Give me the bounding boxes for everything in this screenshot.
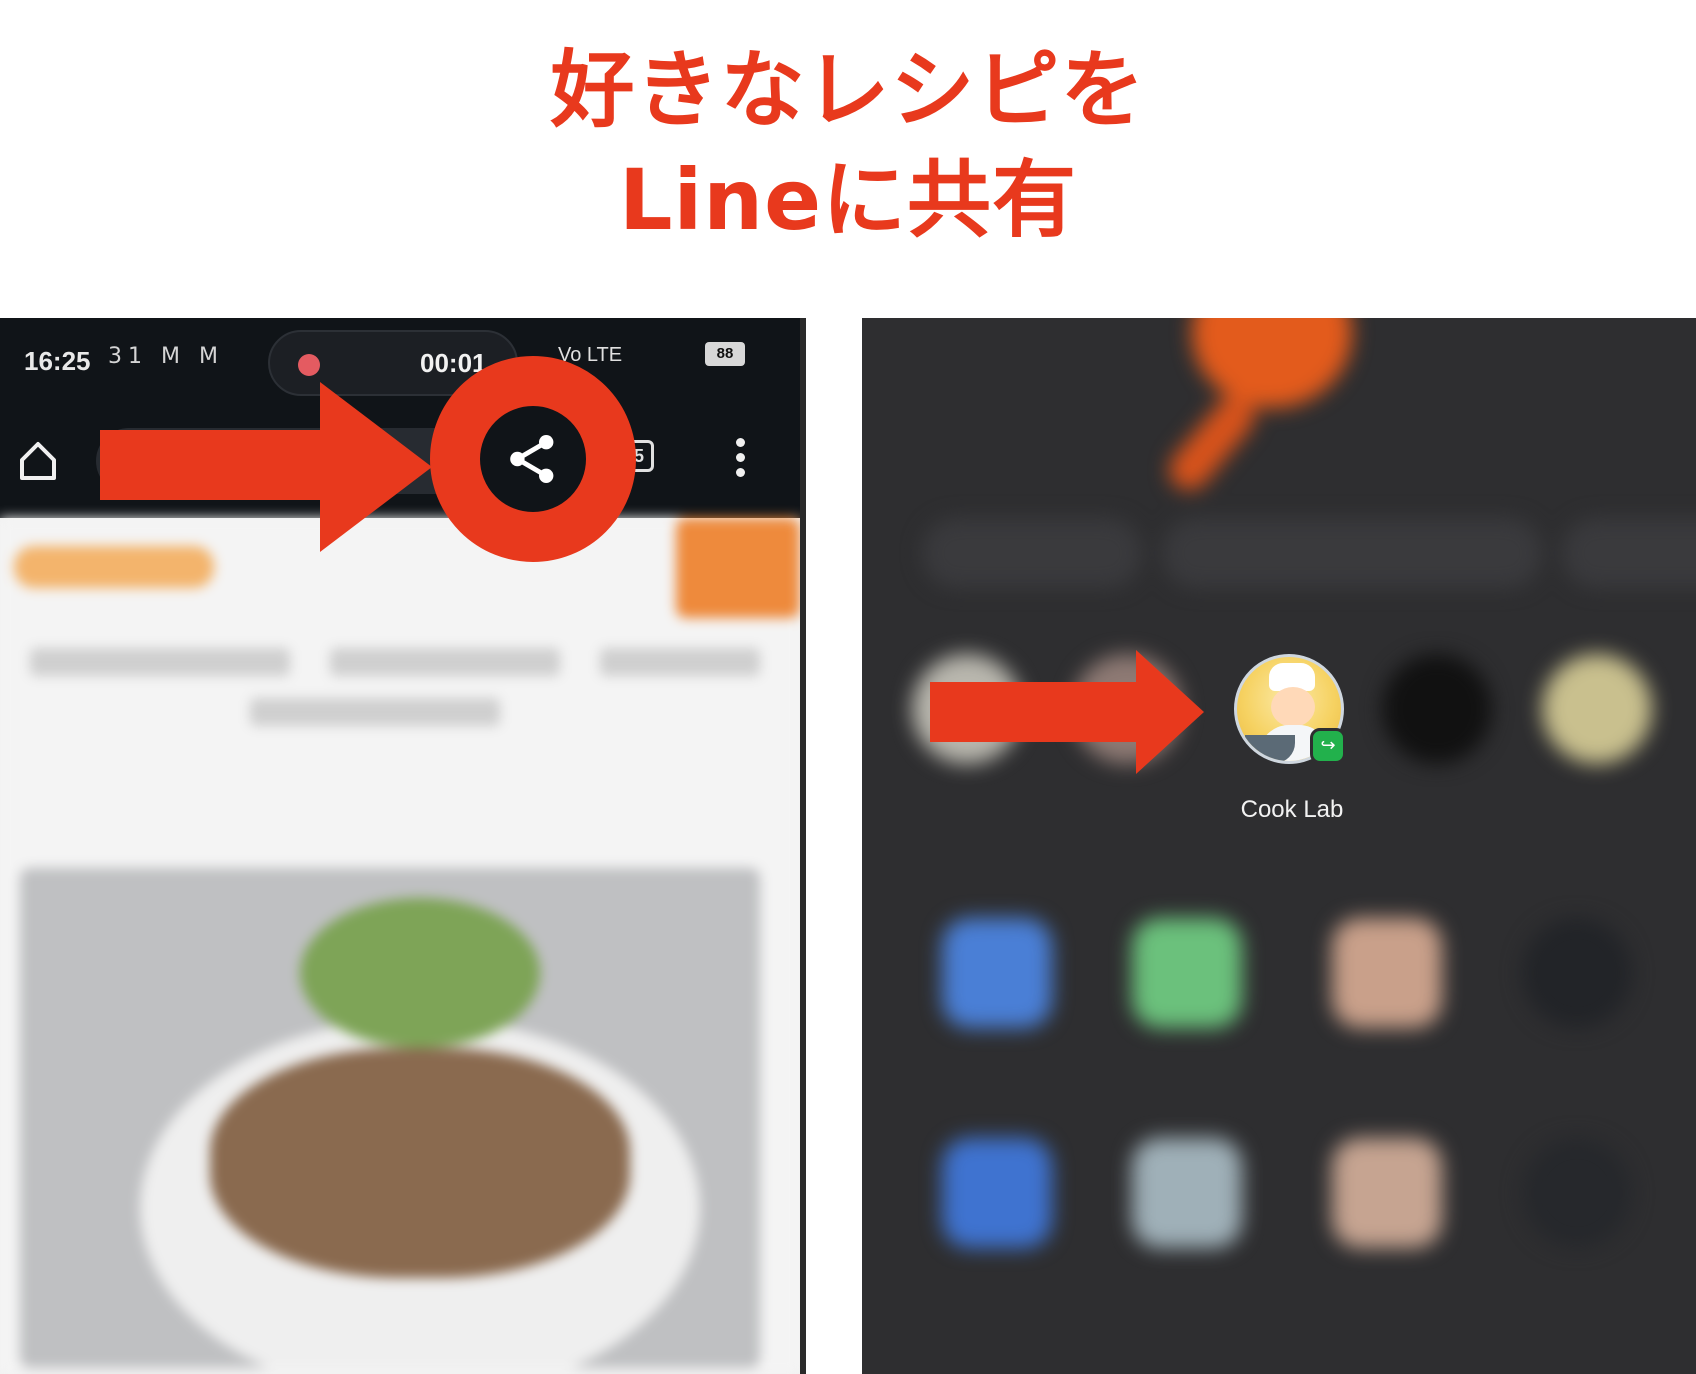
arrow-head-left — [320, 382, 432, 552]
more-vert-icon[interactable] — [730, 434, 750, 484]
share-app-tile[interactable] — [1522, 918, 1632, 1028]
share-app-tile[interactable] — [1332, 918, 1442, 1028]
line-app-icon: ↪ — [1310, 728, 1346, 764]
site-logo — [14, 546, 214, 588]
share-contact-avatar[interactable] — [1382, 654, 1492, 764]
arrow-annotation-right — [930, 682, 1150, 742]
site-menu-button[interactable] — [676, 518, 800, 618]
notification-icons: 31 M M — [108, 344, 224, 369]
headline-line-2: Lineに共有 — [618, 151, 1078, 249]
share-app-tile[interactable] — [1522, 1138, 1632, 1248]
home-icon[interactable] — [16, 438, 60, 482]
panel-divider — [800, 318, 806, 1374]
blurred-recipe-page — [0, 518, 800, 1374]
share-chip[interactable] — [922, 518, 1142, 588]
share-contact-avatar[interactable] — [1542, 654, 1652, 764]
arrow-head-right — [1136, 650, 1204, 774]
arrow-annotation-left — [100, 430, 340, 500]
recipe-photo — [20, 868, 760, 1368]
right-phone-screenshot: ↪ Cook Lab — [862, 318, 1696, 1374]
share-target-label[interactable]: Cook Lab — [1232, 796, 1352, 824]
app-logo-blur — [1192, 318, 1352, 408]
share-highlight-ring — [430, 356, 636, 562]
blurred-text — [330, 648, 560, 676]
battery-indicator: 88 — [705, 342, 745, 366]
blurred-text — [250, 698, 500, 726]
share-app-tile[interactable] — [1132, 1138, 1242, 1248]
headline-line-1: 好きなレシピを — [550, 41, 1146, 139]
blurred-text — [30, 648, 290, 676]
record-dot-icon — [298, 354, 320, 376]
share-app-tile[interactable] — [942, 1138, 1052, 1248]
share-chip[interactable] — [1562, 518, 1696, 588]
blurred-text — [600, 648, 760, 676]
share-app-tile[interactable] — [1332, 1138, 1442, 1248]
share-icon[interactable] — [503, 429, 563, 489]
status-time: 16:25 — [24, 346, 91, 376]
share-chip[interactable] — [1162, 518, 1542, 588]
share-app-tile[interactable] — [942, 918, 1052, 1028]
blurred-share-sheet — [862, 318, 1696, 1374]
share-app-tile[interactable] — [1132, 918, 1242, 1028]
